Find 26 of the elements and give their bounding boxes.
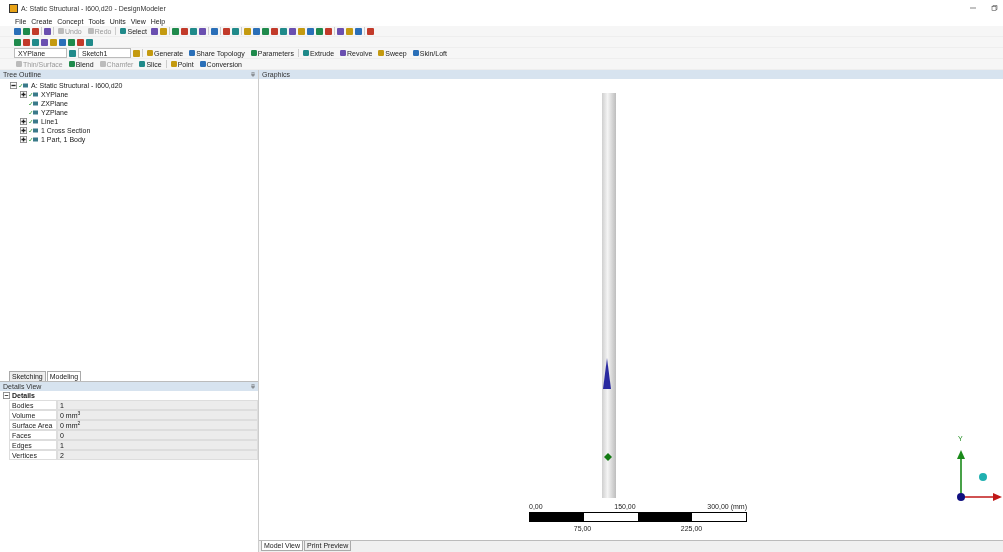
tree-node-icon	[19, 83, 29, 88]
tool-icon	[250, 50, 257, 56]
tool-icon	[99, 61, 106, 67]
tool-icon	[170, 61, 177, 67]
tree-node-icon	[29, 128, 39, 133]
tool-icon	[302, 50, 309, 56]
pin-icon[interactable]	[251, 384, 255, 389]
tool-icon	[120, 28, 127, 34]
diamond-marker-icon	[604, 453, 612, 461]
expand-icon[interactable]	[20, 127, 27, 134]
app-logo-icon	[9, 3, 18, 13]
tree-node-icon	[29, 92, 39, 97]
tree-node-icon	[29, 119, 39, 124]
tool-icon	[378, 50, 385, 56]
tree-node-icon	[29, 110, 39, 115]
pin-icon[interactable]	[251, 72, 255, 77]
expand-icon[interactable]	[20, 136, 27, 143]
tool-icon	[340, 50, 347, 56]
collapse-icon[interactable]	[10, 82, 17, 89]
tool-icon	[16, 61, 22, 67]
tree-node-icon	[29, 101, 39, 106]
tool-icon	[412, 50, 419, 56]
collapse-icon[interactable]	[3, 392, 10, 399]
expand-icon[interactable]	[20, 118, 27, 125]
tree-node-icon	[29, 137, 39, 142]
expand-icon[interactable]	[20, 91, 27, 98]
